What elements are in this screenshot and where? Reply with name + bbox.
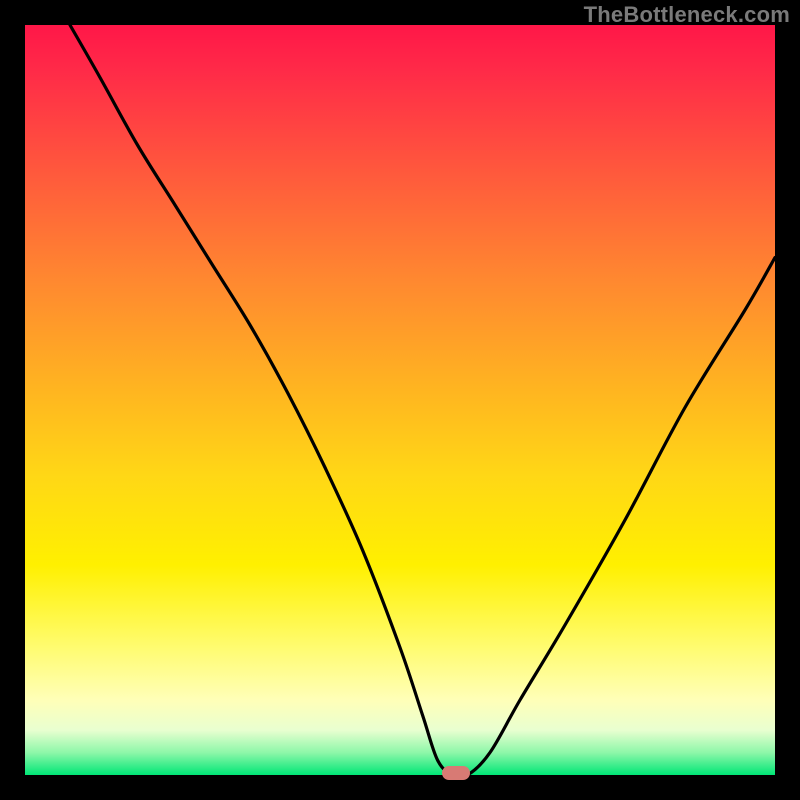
optimal-marker: [442, 766, 470, 780]
bottleneck-curve: [25, 25, 775, 775]
plot-area: [25, 25, 775, 775]
chart-frame: TheBottleneck.com: [0, 0, 800, 800]
curve-path: [70, 25, 775, 777]
